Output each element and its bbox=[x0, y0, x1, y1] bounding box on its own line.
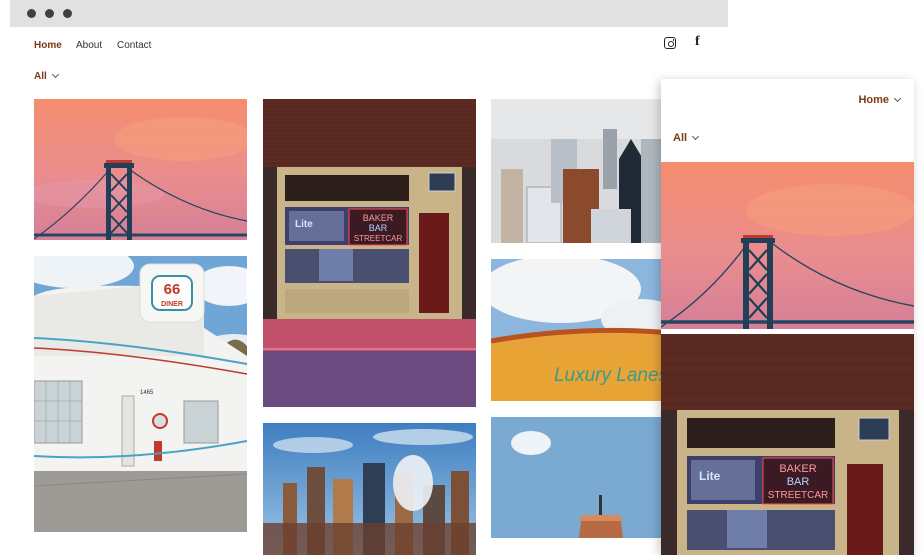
mobile-beer-sign: Lite bbox=[699, 469, 721, 483]
diner-sign-number: 66 bbox=[164, 281, 181, 298]
diner-sign-label: DINER bbox=[161, 301, 183, 308]
mobile-nav-label: Home bbox=[858, 94, 889, 106]
mobile-nav-dropdown[interactable]: Home bbox=[858, 94, 902, 106]
mobile-neon-streetcar: STREETCAR bbox=[768, 490, 829, 501]
window-minimize-dot[interactable] bbox=[45, 9, 54, 18]
chevron-down-icon bbox=[692, 132, 700, 141]
nav-about-link[interactable]: About bbox=[76, 40, 102, 51]
nav-contact-link[interactable]: Contact bbox=[117, 40, 151, 51]
aerial-city-photo[interactable] bbox=[491, 99, 671, 243]
facebook-icon[interactable]: f bbox=[695, 34, 700, 50]
filter-label: All bbox=[34, 71, 47, 82]
neon-bar: BAR bbox=[369, 223, 388, 233]
city-skyline-photo[interactable] bbox=[263, 423, 476, 555]
diner-photo[interactable]: 66 DINER 1465 bbox=[34, 256, 247, 532]
desktop-browser-window: Home About Contact f All 66 DINER 1465 L… bbox=[10, 0, 728, 555]
mobile-filter-dropdown[interactable]: All bbox=[673, 132, 700, 144]
mobile-preview: Home All Lite BAKER BAR STREETCAR bbox=[661, 79, 914, 555]
chevron-down-icon bbox=[51, 70, 59, 79]
mobile-baker-bar-photo[interactable]: Lite BAKER BAR STREETCAR bbox=[661, 334, 914, 555]
diner-address: 1465 bbox=[140, 390, 154, 396]
beer-sign: Lite bbox=[295, 219, 313, 230]
chevron-down-icon bbox=[893, 94, 902, 103]
instagram-icon[interactable] bbox=[664, 37, 676, 49]
tower-sky-photo[interactable] bbox=[491, 417, 671, 538]
mobile-bridge-photo[interactable] bbox=[661, 162, 914, 329]
mobile-filter-label: All bbox=[673, 132, 688, 144]
mobile-neon-bar: BAR bbox=[787, 476, 810, 488]
category-filter-dropdown[interactable]: All bbox=[34, 70, 59, 82]
neon-baker: BAKER bbox=[363, 213, 394, 223]
neon-streetcar: STREETCAR bbox=[354, 234, 403, 243]
luxury-lanes-sign: Luxury Lanes bbox=[554, 365, 669, 386]
mobile-neon-baker: BAKER bbox=[779, 463, 816, 475]
window-titlebar bbox=[10, 0, 728, 27]
bridge-sunset-photo[interactable] bbox=[34, 99, 247, 240]
baker-bar-photo[interactable]: Lite BAKER BAR STREETCAR bbox=[263, 99, 476, 407]
luxury-lanes-photo[interactable]: Luxury Lanes bbox=[491, 259, 671, 401]
window-maximize-dot[interactable] bbox=[63, 9, 72, 18]
nav-home-link[interactable]: Home bbox=[34, 40, 62, 51]
window-close-dot[interactable] bbox=[27, 9, 36, 18]
